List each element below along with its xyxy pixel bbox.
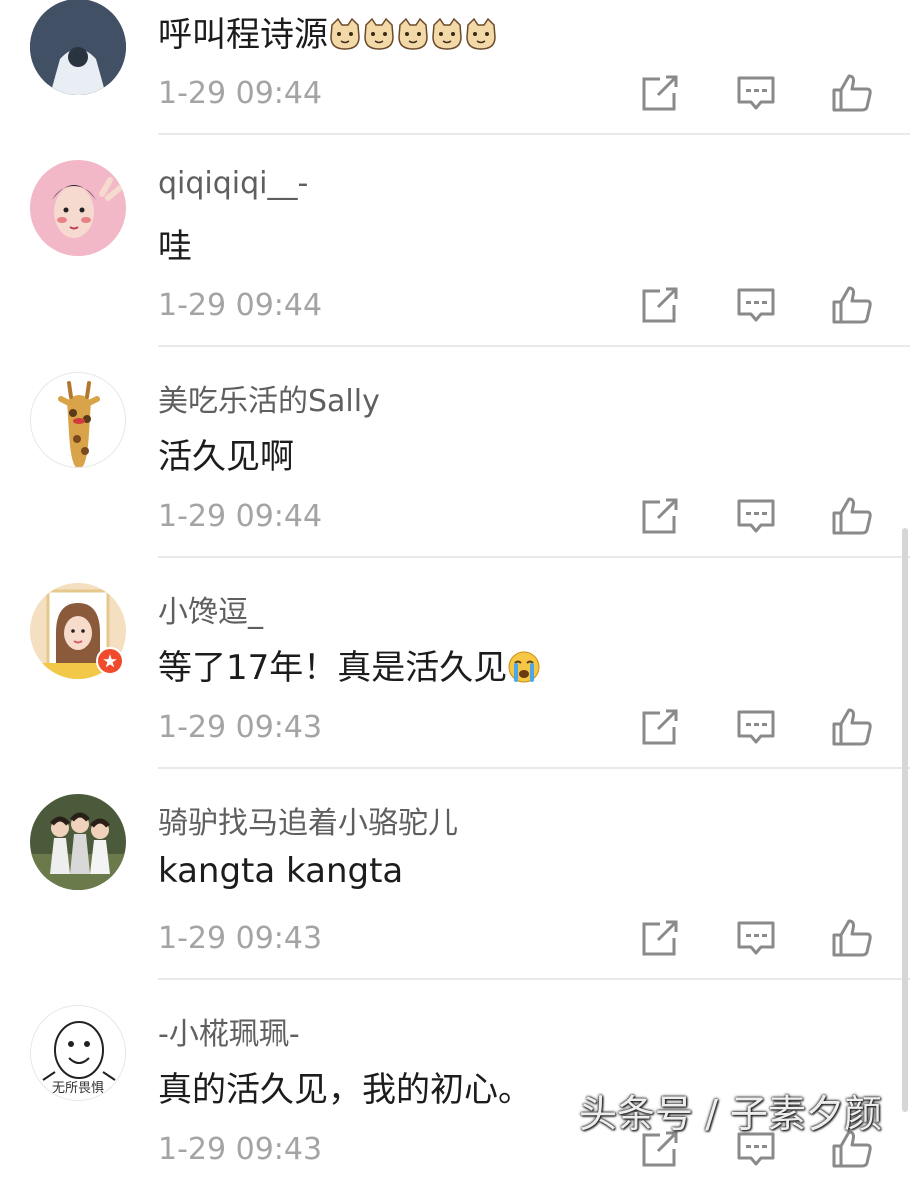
cat-face-icon bbox=[362, 17, 396, 51]
reply-icon bbox=[737, 499, 775, 533]
reply-icon bbox=[737, 288, 775, 322]
comment-text: 等了17年！真是活久见 bbox=[158, 640, 541, 689]
comment-username[interactable]: 小馋逗_ bbox=[158, 587, 263, 631]
comment-username[interactable]: 美吃乐活的Sally bbox=[158, 376, 380, 420]
cat-face-icon bbox=[464, 17, 498, 51]
scrollbar[interactable] bbox=[902, 528, 908, 1112]
avatar[interactable] bbox=[30, 0, 126, 95]
reply-icon bbox=[737, 710, 775, 744]
share-icon bbox=[642, 287, 678, 323]
avatar-caption: 无所畏惧 bbox=[51, 1081, 104, 1096]
share-icon bbox=[642, 709, 678, 745]
comment-time: 1-29 09:43 bbox=[158, 710, 323, 745]
comment-item: 小馋逗_ 等了17年！真是活久见 1-29 09:43 bbox=[0, 557, 910, 769]
like-button[interactable] bbox=[830, 916, 874, 960]
share-icon bbox=[642, 75, 678, 111]
reply-icon bbox=[737, 921, 775, 955]
comment-time: 1-29 09:44 bbox=[158, 499, 323, 534]
comment-username[interactable]: -小椛珮珮- bbox=[158, 1009, 300, 1053]
avatar[interactable] bbox=[30, 794, 126, 890]
share-icon bbox=[642, 920, 678, 956]
comment-text: kangta kangta bbox=[158, 851, 404, 891]
comment-time: 1-29 09:43 bbox=[158, 921, 323, 956]
reply-button[interactable] bbox=[734, 283, 778, 327]
avatar[interactable] bbox=[30, 160, 126, 256]
like-icon bbox=[832, 708, 872, 746]
comment-time: 1-29 09:44 bbox=[158, 76, 323, 111]
comment-username[interactable]: 骑驴找马追着小骆驼儿 bbox=[158, 798, 458, 842]
share-icon bbox=[642, 498, 678, 534]
comment-time: 1-29 09:43 bbox=[158, 1132, 323, 1167]
avatar[interactable] bbox=[30, 372, 126, 468]
comment-username[interactable]: qiqiqiqi__- bbox=[158, 166, 308, 201]
cat-face-icon bbox=[396, 17, 430, 51]
like-button[interactable] bbox=[830, 705, 874, 749]
share-button[interactable] bbox=[638, 283, 682, 327]
avatar[interactable]: 无所畏惧 bbox=[30, 1005, 126, 1101]
comment-item: 呼叫程诗源 1-29 09:44 bbox=[0, 0, 910, 135]
cat-face-icon bbox=[328, 17, 362, 51]
share-button[interactable] bbox=[638, 71, 682, 115]
comment-item: 骑驴找马追着小骆驼儿 kangta kangta 1-29 09:43 bbox=[0, 768, 910, 980]
verified-badge bbox=[96, 647, 124, 675]
comment-text: 哇 bbox=[158, 227, 192, 267]
reply-button[interactable] bbox=[734, 916, 778, 960]
like-icon bbox=[832, 74, 872, 112]
comment-text: 活久见啊 bbox=[158, 437, 294, 477]
comment-text: 真的活久见，我的初心。 bbox=[158, 1070, 532, 1110]
comment-text: 呼叫程诗源 bbox=[158, 7, 498, 56]
share-button[interactable] bbox=[638, 705, 682, 749]
like-button[interactable] bbox=[830, 71, 874, 115]
like-icon bbox=[832, 286, 872, 324]
crying-face-icon bbox=[507, 650, 541, 684]
like-button[interactable] bbox=[830, 283, 874, 327]
star-icon bbox=[103, 654, 117, 668]
share-button[interactable] bbox=[638, 494, 682, 538]
like-icon bbox=[832, 497, 872, 535]
reply-button[interactable] bbox=[734, 494, 778, 538]
reply-button[interactable] bbox=[734, 71, 778, 115]
reply-button[interactable] bbox=[734, 705, 778, 749]
share-button[interactable] bbox=[638, 916, 682, 960]
reply-icon bbox=[737, 76, 775, 110]
like-button[interactable] bbox=[830, 494, 874, 538]
cat-face-icon bbox=[430, 17, 464, 51]
comment-time: 1-29 09:44 bbox=[158, 288, 323, 323]
watermark: 头条号 / 子素夕颜 bbox=[579, 1092, 882, 1136]
comment-item: 美吃乐活的Sally 活久见啊 1-29 09:44 bbox=[0, 346, 910, 558]
comment-item: qiqiqiqi__- 哇 1-29 09:44 bbox=[0, 135, 910, 347]
like-icon bbox=[832, 919, 872, 957]
